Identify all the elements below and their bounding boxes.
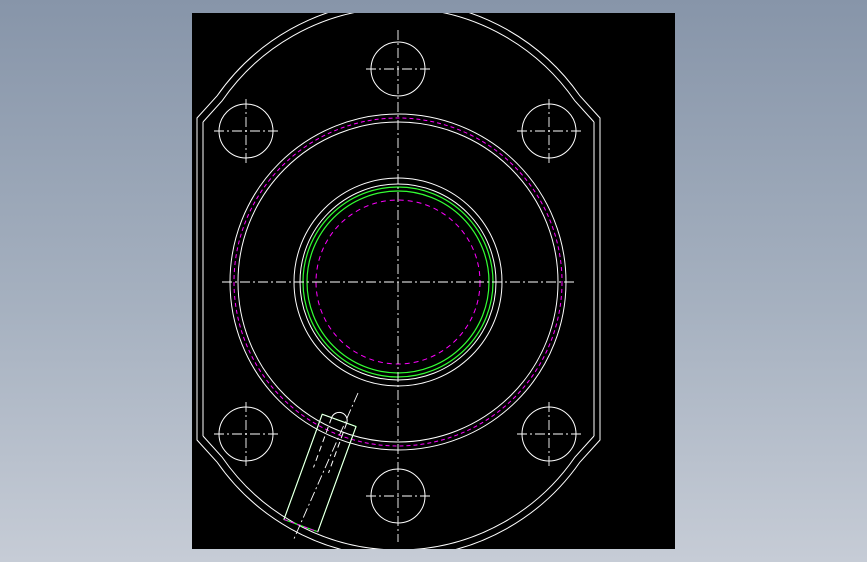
lubrication-port [283, 411, 357, 533]
flange-drawing [196, 13, 601, 549]
flange-outline [196, 13, 601, 549]
centerlines [214, 30, 581, 542]
cad-viewport[interactable] [0, 0, 867, 562]
